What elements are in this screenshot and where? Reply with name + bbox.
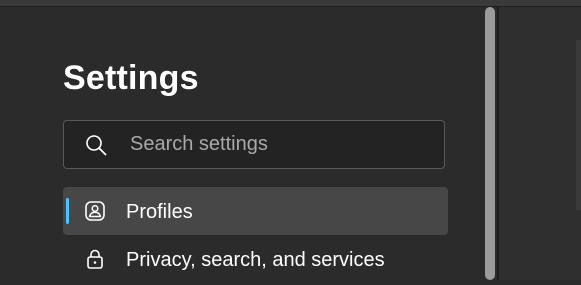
profile-icon [83,199,107,223]
content-pane [499,7,581,280]
search-icon [85,134,107,156]
lock-icon [83,247,107,271]
search-input[interactable] [130,121,430,168]
content-scrollbar[interactable] [576,40,581,210]
sidebar-item-label: Profiles [126,201,193,223]
sidebar-item-profiles[interactable]: Profiles [63,187,448,235]
page-title: Settings [63,59,199,97]
sidebar-item-privacy[interactable]: Privacy, search, and services [63,235,448,283]
search-box[interactable] [63,120,445,169]
top-bar [0,0,581,7]
sidebar-item-label: Privacy, search, and services [126,249,385,271]
sidebar-scrollbar-thumb[interactable] [485,7,495,280]
selected-indicator [66,198,69,224]
